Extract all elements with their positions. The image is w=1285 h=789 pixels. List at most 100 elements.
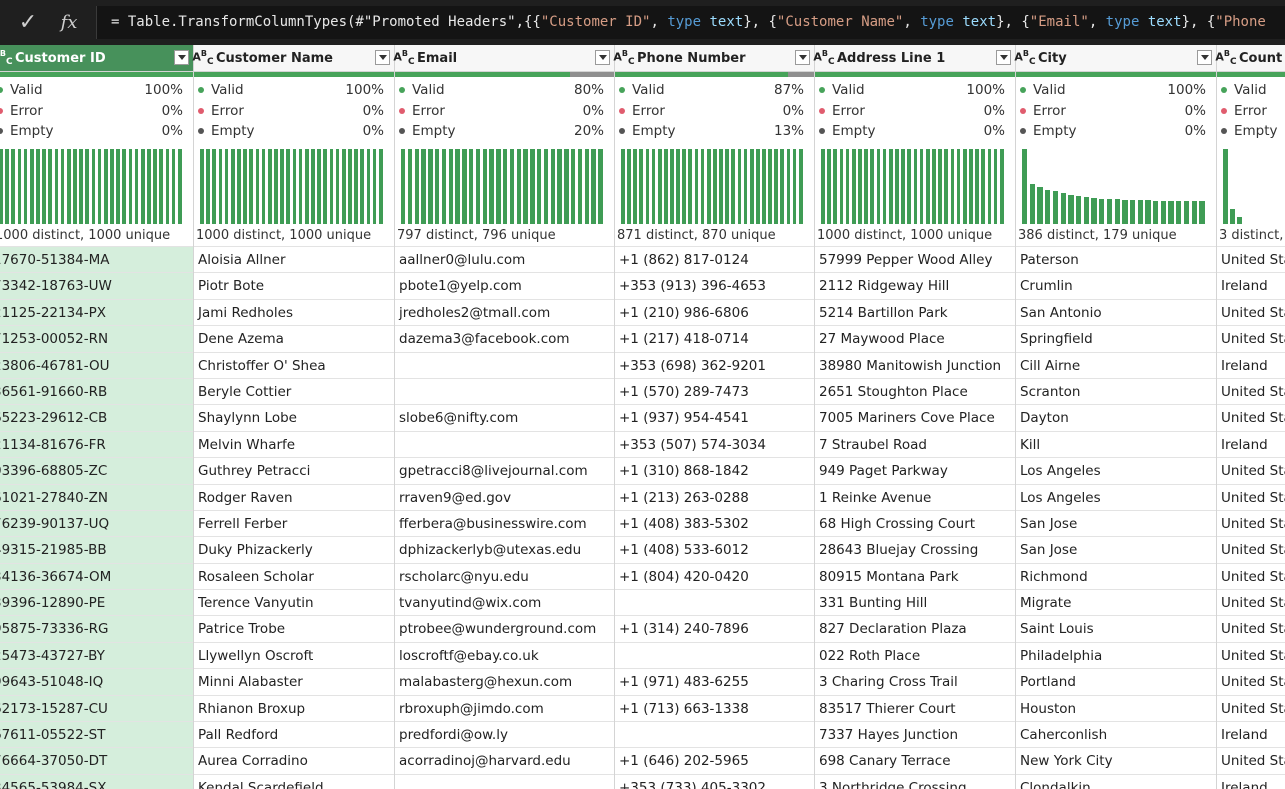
table-cell[interactable] (395, 377, 614, 404)
table-cell[interactable]: United Sta (1217, 483, 1285, 510)
commit-check-icon[interactable]: ✓ (8, 0, 48, 45)
table-cell[interactable]: Kendal Scardefield (194, 773, 394, 789)
table-cell[interactable]: pbote1@yelp.com (395, 272, 614, 298)
table-cell[interactable]: United Sta (1217, 457, 1285, 483)
column-header[interactable]: ABC Address Line 1 (813, 45, 1015, 72)
table-cell[interactable] (395, 351, 614, 378)
table-cell[interactable]: San Antonio (1016, 298, 1216, 325)
table-cell[interactable]: 2651 Stoughton Place (815, 377, 1015, 404)
table-cell[interactable]: Rodger Raven (194, 483, 394, 510)
table-cell[interactable]: Shaylynn Lobe (194, 404, 394, 430)
table-cell[interactable]: +1 (937) 954-4541 (615, 404, 814, 430)
abc-type-icon[interactable]: ABC (0, 49, 13, 67)
table-cell[interactable]: slobe6@nifty.com (395, 404, 614, 430)
table-cell[interactable]: 7 Straubel Road (815, 430, 1015, 457)
table-cell[interactable]: rbroxuph@jimdo.com (395, 694, 614, 721)
abc-type-icon[interactable]: ABC (192, 49, 214, 67)
table-cell[interactable]: malabasterg@hexun.com (395, 668, 614, 694)
table-cell[interactable]: Beryle Cottier (194, 377, 394, 404)
table-cell[interactable]: Cill Airne (1016, 351, 1216, 378)
table-cell[interactable]: Aloisia Allner (194, 246, 394, 272)
table-cell[interactable]: Ireland (1217, 351, 1285, 378)
table-cell[interactable]: New York City (1016, 747, 1216, 773)
table-cell[interactable]: 21125-22134-PX (0, 298, 193, 326)
table-cell[interactable]: +353 (507) 574-3034 (615, 430, 814, 457)
table-cell[interactable]: +1 (408) 383-5302 (615, 509, 814, 536)
table-cell[interactable]: Scranton (1016, 377, 1216, 404)
table-cell[interactable]: 698 Canary Terrace (815, 747, 1015, 773)
table-cell[interactable]: United Sta (1217, 404, 1285, 430)
table-cell[interactable]: 62173-15287-CU (0, 694, 193, 722)
table-cell[interactable]: 28643 Bluejay Crossing (815, 536, 1015, 562)
table-cell[interactable]: Ireland (1217, 721, 1285, 747)
table-cell[interactable]: United Sta (1217, 536, 1285, 562)
table-cell[interactable]: tvanyutind@wix.com (395, 589, 614, 615)
table-cell[interactable]: 34136-36674-OM (0, 562, 193, 590)
table-cell[interactable]: predfordi@ow.ly (395, 721, 614, 747)
table-cell[interactable]: United Sta (1217, 377, 1285, 404)
table-cell[interactable]: 83517 Thierer Court (815, 694, 1015, 721)
table-cell[interactable]: San Jose (1016, 536, 1216, 562)
table-cell[interactable]: 99643-51048-IQ (0, 668, 193, 695)
table-cell[interactable]: Philadelphia (1016, 641, 1216, 668)
table-cell[interactable]: +1 (862) 817-0124 (615, 246, 814, 272)
table-cell[interactable]: 25473-43727-BY (0, 641, 193, 669)
table-cell[interactable]: 1 Reinke Avenue (815, 483, 1015, 510)
table-cell[interactable]: 65223-29612-CB (0, 404, 193, 431)
table-cell[interactable]: +1 (570) 289-7473 (615, 377, 814, 404)
table-cell[interactable]: 27 Maywood Place (815, 325, 1015, 351)
abc-type-icon[interactable]: ABC (613, 49, 635, 67)
table-cell[interactable]: Pall Redford (194, 721, 394, 747)
table-cell[interactable]: aallner0@lulu.com (395, 246, 614, 272)
column-header[interactable]: ABC Email (393, 45, 614, 72)
table-cell[interactable]: Portland (1016, 668, 1216, 694)
table-cell[interactable]: 57999 Pepper Wood Alley (815, 246, 1015, 272)
table-cell[interactable]: 95875-73336-RG (0, 615, 193, 642)
table-cell[interactable]: Crumlin (1016, 272, 1216, 298)
table-cell[interactable]: Ireland (1217, 272, 1285, 298)
table-cell[interactable]: Patrice Trobe (194, 615, 394, 641)
table-cell[interactable]: Springfield (1016, 325, 1216, 351)
table-cell[interactable]: +1 (804) 420-0420 (615, 562, 814, 589)
table-cell[interactable]: jredholes2@tmall.com (395, 298, 614, 325)
table-cell[interactable]: United Sta (1217, 298, 1285, 325)
table-cell[interactable]: 3 Northridge Crossing (815, 773, 1015, 789)
table-cell[interactable]: dphizackerlyb@utexas.edu (395, 536, 614, 562)
table-cell[interactable]: Saint Louis (1016, 615, 1216, 641)
table-cell[interactable]: gpetracci8@livejournal.com (395, 457, 614, 483)
table-cell[interactable] (615, 641, 814, 668)
table-cell[interactable]: 7337 Hayes Junction (815, 721, 1015, 747)
table-cell[interactable]: Melvin Wharfe (194, 430, 394, 457)
table-cell[interactable]: Christoffer O' Shea (194, 351, 394, 378)
table-cell[interactable]: 2112 Ridgeway Hill (815, 272, 1015, 298)
table-cell[interactable]: rraven9@ed.gov (395, 483, 614, 510)
table-cell[interactable]: Jami Redholes (194, 298, 394, 325)
table-cell[interactable]: 5214 Bartillon Park (815, 298, 1015, 325)
table-cell[interactable]: 03396-68805-ZC (0, 457, 193, 484)
table-cell[interactable]: 73342-18763-UW (0, 272, 193, 299)
table-cell[interactable]: 49315-21985-BB (0, 536, 193, 563)
table-cell[interactable]: United Sta (1217, 694, 1285, 721)
table-cell[interactable]: Rosaleen Scholar (194, 562, 394, 589)
filter-dropdown-icon[interactable] (174, 50, 189, 65)
formula-input[interactable]: = Table.TransformColumnTypes(#"Promoted … (96, 6, 1285, 39)
table-cell[interactable]: Houston (1016, 694, 1216, 721)
column-header[interactable]: ABC Phone Number (613, 45, 814, 72)
table-cell[interactable]: rscholarc@nyu.edu (395, 562, 614, 589)
filter-dropdown-icon[interactable] (375, 50, 390, 65)
table-cell[interactable]: 67611-05522-ST (0, 721, 193, 748)
table-cell[interactable]: San Jose (1016, 509, 1216, 536)
table-cell[interactable]: +1 (408) 533-6012 (615, 536, 814, 562)
table-cell[interactable]: Ireland (1217, 773, 1285, 789)
table-cell[interactable]: United Sta (1217, 615, 1285, 641)
table-cell[interactable]: +1 (314) 240-7896 (615, 615, 814, 641)
table-cell[interactable]: United Sta (1217, 589, 1285, 615)
table-cell[interactable]: United Sta (1217, 325, 1285, 351)
table-cell[interactable]: acorradinoj@harvard.edu (395, 747, 614, 773)
table-cell[interactable]: 71253-00052-RN (0, 325, 193, 352)
table-cell[interactable]: Ireland (1217, 430, 1285, 457)
table-cell[interactable]: 827 Declaration Plaza (815, 615, 1015, 641)
abc-type-icon[interactable]: ABC (1014, 49, 1036, 67)
table-cell[interactable]: Llywellyn Oscroft (194, 641, 394, 668)
table-cell[interactable] (615, 721, 814, 747)
